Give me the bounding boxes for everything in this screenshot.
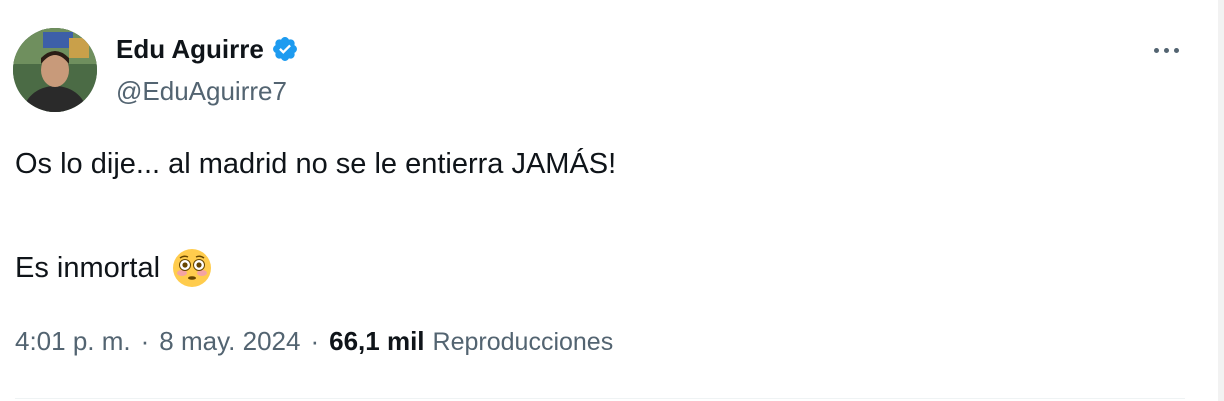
more-options-button[interactable] — [1146, 36, 1186, 64]
divider — [15, 398, 1185, 399]
tweet-text-line1: Os lo dije... al madrid no se le entierr… — [15, 148, 617, 180]
author-display-name[interactable]: Edu Aguirre — [116, 34, 264, 65]
avatar[interactable] — [13, 28, 97, 112]
author-handle[interactable]: @EduAguirre7 — [116, 76, 287, 107]
author-name-row: Edu Aguirre — [116, 32, 299, 66]
more-dots-icon — [1163, 47, 1169, 53]
tweet-text-line2: Es inmortal — [15, 251, 161, 284]
more-dots-icon — [1153, 47, 1159, 53]
views-count: 66,1 mil — [329, 326, 425, 356]
flushed-face-emoji-icon — [172, 248, 212, 288]
scrollbar-track[interactable] — [1218, 0, 1224, 401]
views-label: Reproducciones — [432, 328, 614, 356]
tweet-metadata: 4:01 p. m. · 8 may. 2024 · 66,1 mil Repr… — [15, 326, 613, 357]
verified-badge-icon[interactable] — [271, 35, 299, 63]
tweet-text-line2-row: Es inmortal — [15, 248, 212, 288]
more-dots-icon — [1173, 47, 1179, 53]
tweet-time[interactable]: 4:01 p. m. — [15, 326, 131, 357]
tweet-card: Edu Aguirre @EduAguirre7 Os lo dije... a… — [0, 0, 1224, 401]
separator: · — [140, 326, 150, 356]
tweet-date[interactable]: 8 may. 2024 — [159, 326, 300, 357]
separator: · — [310, 326, 320, 356]
